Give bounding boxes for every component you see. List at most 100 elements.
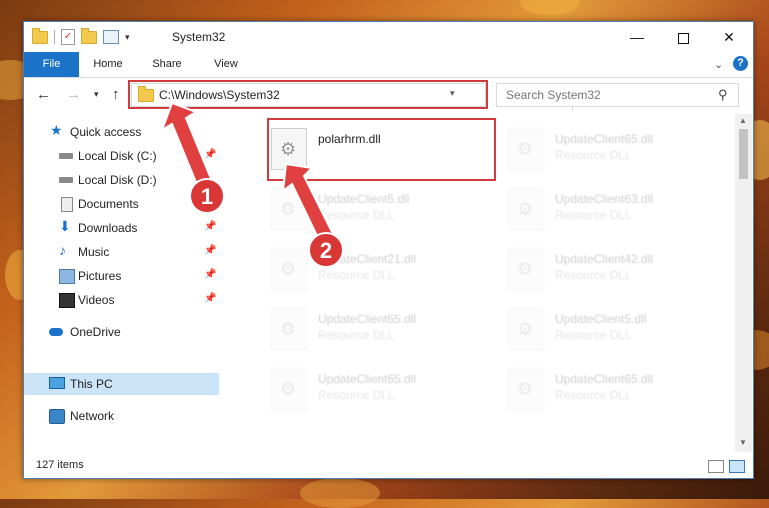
file-item[interactable]: ⚙ UpdateClient5.dll Resource DLL xyxy=(483,302,713,358)
file-name: UpdateClient5.dll xyxy=(318,192,410,206)
maximize-icon xyxy=(677,32,689,44)
nav-item-local-disk-c[interactable]: Local Disk (C:) 📌 xyxy=(24,145,219,167)
nav-item-label: OneDrive xyxy=(70,325,121,339)
nav-item-label: Local Disk (D:) xyxy=(78,173,157,187)
toolbar-separator xyxy=(54,30,55,44)
file-name: UpdateClient21.dll xyxy=(318,252,417,266)
nav-item-this-pc[interactable]: This PC xyxy=(24,373,219,395)
scroll-up-icon[interactable]: ▲ xyxy=(739,116,747,125)
nav-item-label: Videos xyxy=(78,293,115,307)
quick-access-toolbar: ✓ ▾ xyxy=(32,27,130,45)
gear-icon: ⚙ xyxy=(517,139,534,159)
title-bar: ✓ ▾ System32 — ✕ xyxy=(24,22,753,52)
ribbon: File Home Share View ⌄ ? xyxy=(24,52,753,78)
file-item[interactable]: ⚙ UpdateClient21.dll Resource DLL xyxy=(246,242,476,298)
pin-icon[interactable]: 📌 xyxy=(204,221,216,232)
tab-share[interactable]: Share xyxy=(145,52,189,77)
disk-icon xyxy=(59,153,73,159)
navigation-pane: ★ Quick access Local Disk (C:) 📌 Local D… xyxy=(24,114,219,452)
gear-icon: ⚙ xyxy=(280,199,297,219)
expand-ribbon-icon[interactable]: ⌄ xyxy=(714,58,723,71)
file-explorer-window: ✓ ▾ System32 — ✕ File Home Share View ⌄ … xyxy=(23,21,754,479)
pin-icon[interactable]: 📌 xyxy=(204,269,216,280)
star-icon: ★ xyxy=(50,122,63,138)
minimize-button[interactable]: — xyxy=(614,22,660,52)
nav-item-onedrive[interactable]: OneDrive xyxy=(24,321,219,343)
disk-icon xyxy=(59,177,73,183)
scroll-down-icon[interactable]: ▼ xyxy=(739,438,747,447)
file-item[interactable]: ⚙ UpdateClient65.dll Resource DLL xyxy=(483,362,713,418)
file-type: Resource DLL xyxy=(555,328,632,342)
file-type: Resource DLL xyxy=(555,148,632,162)
new-folder-icon[interactable] xyxy=(81,27,97,44)
properties-check-icon[interactable]: ✓ xyxy=(61,29,75,45)
tab-file[interactable]: File xyxy=(24,52,79,77)
customize-toolbar-icon[interactable]: ▾ xyxy=(125,32,130,43)
nav-item-videos[interactable]: Videos 📌 xyxy=(24,289,219,311)
file-item[interactable]: ⚙ UpdateClient63.dll Resource DLL xyxy=(483,182,713,238)
help-icon[interactable]: ? xyxy=(733,56,748,71)
details-view-icon[interactable] xyxy=(708,460,724,473)
dll-file-icon: ⚙ xyxy=(508,308,544,350)
documents-icon xyxy=(61,197,73,212)
nav-item-label: Music xyxy=(78,245,110,259)
file-item[interactable]: ⚙ UpdateClient5.dll Resource DLL xyxy=(246,182,476,238)
properties-icon[interactable] xyxy=(103,30,119,44)
pin-icon[interactable]: 📌 xyxy=(204,197,216,208)
close-button[interactable]: ✕ xyxy=(706,22,752,52)
file-type: Resource DLL xyxy=(555,208,632,222)
nav-item-label: Pictures xyxy=(78,269,122,283)
recent-locations-button[interactable]: ▾ xyxy=(94,89,99,100)
file-name: UpdateClient42.dll xyxy=(555,252,654,266)
forward-button[interactable]: → xyxy=(66,86,81,103)
file-name: UpdateClient65.dll xyxy=(555,132,654,146)
file-name: UpdateClient65.dll xyxy=(318,312,417,326)
large-icons-view-icon[interactable] xyxy=(729,460,745,473)
file-item[interactable]: ⚙ UpdateClient65.dll Resource DLL xyxy=(246,362,476,418)
pin-icon[interactable]: 📌 xyxy=(204,293,216,304)
file-item[interactable]: ⚙ UpdateClient65.dll Resource DLL xyxy=(246,302,476,358)
file-highlight-box xyxy=(267,118,496,181)
nav-item-label: This PC xyxy=(70,377,113,391)
vertical-scrollbar[interactable]: ▲ ▼ xyxy=(735,114,752,452)
search-icon[interactable]: ⚲ xyxy=(718,87,728,103)
scrollbar-thumb[interactable] xyxy=(739,129,748,179)
search-input[interactable]: Search System32 ⚲ xyxy=(496,83,739,107)
pin-icon[interactable]: 📌 xyxy=(204,245,216,256)
gear-icon: ⚙ xyxy=(517,379,534,399)
file-item[interactable]: ⚙ UpdateClient42.dll Resource DLL xyxy=(483,242,713,298)
nav-item-downloads[interactable]: ⬇ Downloads 📌 xyxy=(24,217,219,239)
maximize-button[interactable] xyxy=(660,22,706,52)
nav-item-local-disk-d[interactable]: Local Disk (D:) xyxy=(24,169,219,191)
nav-item-pictures[interactable]: Pictures 📌 xyxy=(24,265,219,287)
nav-item-documents[interactable]: Documents 📌 xyxy=(24,193,219,215)
tab-home[interactable]: Home xyxy=(88,52,128,77)
dll-file-icon: ⚙ xyxy=(508,188,544,230)
file-type: Resource DLL xyxy=(318,388,395,402)
network-icon xyxy=(49,409,65,424)
up-button[interactable]: ↑ xyxy=(112,86,120,103)
file-list: ⚙ polarhrm.dll ⚙ UpdateClient65.dll Reso… xyxy=(221,114,735,452)
nav-item-music[interactable]: ♪ Music 📌 xyxy=(24,241,219,263)
file-type: Resource DLL xyxy=(318,208,395,222)
download-icon: ⬇ xyxy=(59,218,71,234)
dll-file-icon: ⚙ xyxy=(508,248,544,290)
dll-file-icon: ⚙ xyxy=(508,128,544,170)
dll-file-icon: ⚙ xyxy=(271,248,307,290)
pin-icon[interactable]: 📌 xyxy=(204,149,216,160)
nav-item-network[interactable]: Network xyxy=(24,405,219,427)
file-item[interactable]: ⚙ UpdateClient65.dll Resource DLL xyxy=(483,122,713,178)
file-name: UpdateClient65.dll xyxy=(318,372,417,386)
file-type: Resource DLL xyxy=(555,268,632,282)
gear-icon: ⚙ xyxy=(280,259,297,279)
status-bar: 127 items xyxy=(24,454,753,478)
nav-item-label: Network xyxy=(70,409,115,423)
file-name: UpdateClient65.dll xyxy=(555,372,654,386)
back-button[interactable]: ← xyxy=(36,86,51,103)
nav-item-quick-access[interactable]: ★ Quick access xyxy=(24,121,219,143)
nav-item-label: Local Disk (C:) xyxy=(78,149,157,163)
tab-view[interactable]: View xyxy=(206,52,246,77)
nav-item-label: Downloads xyxy=(78,221,138,235)
gear-icon: ⚙ xyxy=(280,319,297,339)
file-name: UpdateClient5.dll xyxy=(555,312,647,326)
